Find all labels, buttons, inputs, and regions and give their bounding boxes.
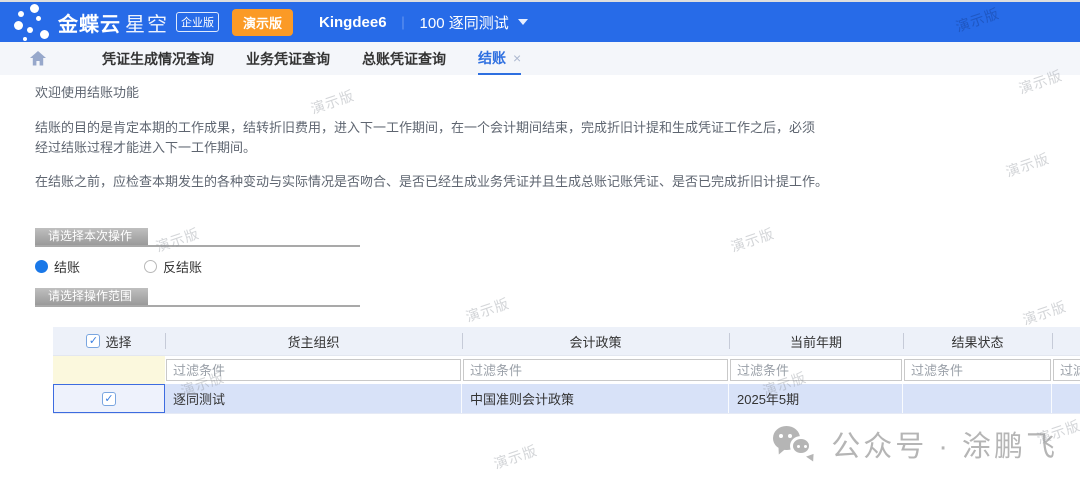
tab-gl-voucher-query[interactable]: 总账凭证查询: [362, 42, 446, 75]
closing-scope-table: ✓ 选择 货主组织 会计政策 当前年期 结果状态: [53, 327, 1080, 414]
filter-input-result-status[interactable]: [904, 359, 1051, 381]
radio-option-reverse-close[interactable]: 反结账: [144, 257, 202, 276]
footer-brand-text: 公众号 · 涂鹏飞: [831, 423, 1058, 465]
account-switcher[interactable]: Kingdee6 ｜ 100 逐同测试: [319, 12, 528, 33]
app-menu-grid-icon[interactable]: [55, 51, 70, 66]
tab-voucher-generation-query[interactable]: 凭证生成情况查询: [102, 42, 214, 75]
radio-option-close[interactable]: 结账: [35, 257, 80, 276]
account-divider: ｜: [397, 13, 410, 32]
radio-label: 结账: [54, 257, 80, 276]
main-content: 欢迎使用结账功能 结账的目的是肯定本期的工作成果，结转折旧费用，进入下一工作期间…: [0, 84, 1080, 414]
scope-section-header: 请选择操作范围: [35, 288, 360, 307]
tab-period-closing[interactable]: 结账 ×: [478, 42, 521, 75]
column-header-label: 当前年期: [790, 332, 842, 351]
tab-label: 业务凭证查询: [246, 49, 330, 69]
footer-brand: 公众号 · 涂鹏飞: [773, 423, 1058, 465]
column-header-current-period[interactable]: 当前年期: [729, 327, 903, 355]
edition-badge: 企业版: [176, 12, 219, 32]
brand-title: 金蝶云 星空: [58, 8, 169, 37]
row-accounting-policy-cell[interactable]: 中国准则会计政策: [462, 384, 729, 413]
tab-label: 结账: [478, 48, 506, 68]
column-header-accounting-policy[interactable]: 会计政策: [462, 327, 729, 355]
column-header-label: 会计政策: [569, 332, 621, 351]
row-select-cell[interactable]: ✓: [53, 384, 165, 413]
filter-cell-extra: [1052, 356, 1080, 384]
column-header-owner-org[interactable]: 货主组织: [165, 327, 462, 355]
cell-value: 逐同测试: [173, 389, 225, 408]
topbar: 金蝶云 星空 企业版 演示版 Kingdee6 ｜ 100 逐同测试: [0, 2, 1080, 42]
tab-label: 凭证生成情况查询: [102, 49, 214, 69]
account-org: 100 逐同测试: [420, 12, 509, 33]
filter-input-current-period[interactable]: [730, 359, 902, 381]
row-owner-org-cell[interactable]: 逐同测试: [165, 384, 462, 413]
row-result-status-cell[interactable]: [903, 384, 1052, 413]
cell-value: 2025年5期: [737, 389, 799, 408]
tab-label: 总账凭证查询: [362, 49, 446, 69]
home-icon[interactable]: [30, 51, 46, 66]
checkbox-checked-icon[interactable]: ✓: [102, 392, 116, 406]
scope-section-title: 请选择操作范围: [35, 288, 148, 305]
filter-cell-owner-org: [165, 356, 462, 384]
wechat-icon: [773, 424, 819, 464]
select-all-control[interactable]: ✓ 选择: [86, 332, 131, 351]
closing-description-paragraph: 结账的目的是肯定本期的工作成果，结转折旧费用，进入下一工作期间，在一个会计期间结…: [35, 118, 819, 158]
close-icon[interactable]: ×: [513, 50, 521, 66]
welcome-text: 欢迎使用结账功能: [35, 84, 1080, 101]
filter-input-owner-org[interactable]: [166, 359, 461, 381]
filter-input-accounting-policy[interactable]: [463, 359, 728, 381]
operation-section-header: 请选择本次操作: [35, 228, 360, 247]
brand-title-light: 星空: [125, 8, 169, 37]
row-extra-cell[interactable]: [1052, 384, 1080, 413]
radio-selected-icon[interactable]: [35, 260, 48, 273]
chevron-down-icon: [518, 19, 528, 25]
demo-watermark: 演示版: [491, 440, 540, 474]
column-header-result-status[interactable]: 结果状态: [903, 327, 1052, 355]
demo-version-badge[interactable]: 演示版: [232, 9, 293, 36]
checkbox-checked-icon[interactable]: ✓: [86, 334, 100, 348]
account-user: Kingdee6: [319, 14, 387, 31]
radio-unselected-icon[interactable]: [144, 260, 157, 273]
column-header-label: 结果状态: [951, 332, 1003, 351]
operation-radio-group: 结账 反结账: [35, 257, 1080, 275]
table-filter-row: [53, 356, 1080, 384]
operation-section-title: 请选择本次操作: [35, 228, 148, 245]
table-header-row: ✓ 选择 货主组织 会计政策 当前年期 结果状态: [53, 327, 1080, 356]
column-header-label: 货主组织: [287, 332, 339, 351]
column-header-extra: [1052, 327, 1080, 355]
tabbar: 凭证生成情况查询 业务凭证查询 总账凭证查询 结账 ×: [0, 42, 1080, 75]
filter-cell-result-status: [903, 356, 1052, 384]
table-row[interactable]: ✓ 逐同测试 中国准则会计政策 2025年5期: [53, 384, 1080, 414]
cell-value: 中国准则会计政策: [470, 389, 574, 408]
filter-cell-current-period: [729, 356, 903, 384]
filter-cell-accounting-policy: [462, 356, 729, 384]
radio-label: 反结账: [163, 257, 202, 276]
filter-input-extra[interactable]: [1053, 359, 1080, 381]
column-header-label: 选择: [105, 332, 131, 351]
filter-cell-select: [53, 356, 165, 384]
column-header-select: ✓ 选择: [53, 327, 165, 355]
closing-precheck-paragraph: 在结账之前，应检查本期发生的各种变动与实际情况是否吻合、是否已经生成业务凭证并且…: [35, 172, 1080, 192]
brand-title-bold: 金蝶云: [58, 8, 121, 37]
row-current-period-cell[interactable]: 2025年5期: [729, 384, 903, 413]
tab-business-voucher-query[interactable]: 业务凭证查询: [246, 42, 330, 75]
kingdee-logo-icon: [14, 3, 50, 41]
